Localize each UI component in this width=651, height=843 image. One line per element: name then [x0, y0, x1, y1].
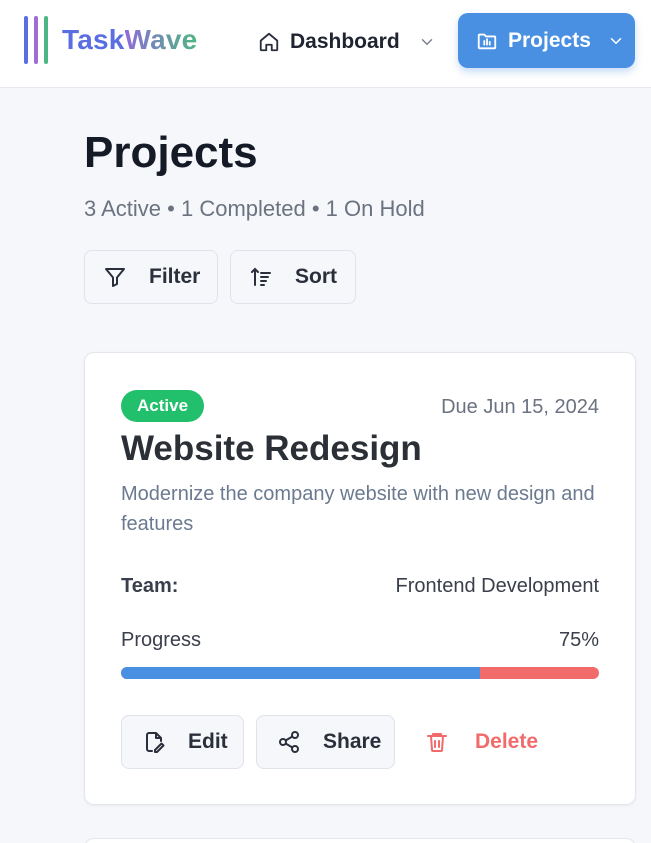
- top-navbar: TaskWave Dashboard Projects: [0, 0, 651, 88]
- nav-projects-label: Projects: [508, 28, 591, 52]
- logo-bar: [34, 16, 38, 64]
- team-label: Team:: [121, 575, 179, 597]
- due-date: Due Jun 15, 2024: [441, 396, 599, 418]
- project-summary: 3 Active • 1 Completed • 1 On Hold: [84, 196, 425, 221]
- filter-icon: [103, 265, 127, 289]
- next-project-card[interactable]: [84, 838, 636, 843]
- project-card[interactable]: Active Due Jun 15, 2024 Website Redesign…: [84, 352, 636, 805]
- share-icon: [277, 730, 301, 754]
- progress-fill: [121, 667, 480, 679]
- progress-label: Progress: [121, 629, 202, 651]
- nav-projects[interactable]: Projects: [458, 13, 635, 68]
- app-name: TaskWave: [62, 24, 197, 56]
- trash-icon: [425, 730, 449, 754]
- edit-label: Edit: [188, 730, 228, 753]
- filter-label: Filter: [149, 265, 201, 288]
- edit-button[interactable]: Edit: [121, 715, 244, 769]
- folder-chart-icon: [476, 30, 498, 52]
- delete-label: Delete: [475, 730, 539, 753]
- app-logo[interactable]: TaskWave: [24, 15, 197, 65]
- delete-button[interactable]: Delete: [425, 715, 538, 769]
- progress-value: 75%: [558, 629, 599, 651]
- status-badge: Active: [121, 390, 205, 422]
- sort-icon: [249, 265, 273, 289]
- team-value: Frontend Development: [395, 575, 599, 597]
- logo-bar: [44, 16, 48, 64]
- sort-label: Sort: [295, 265, 337, 288]
- logo-bar: [24, 16, 28, 64]
- chevron-down-icon: [607, 32, 625, 50]
- share-button[interactable]: Share: [256, 715, 395, 769]
- logo-bars-icon: [24, 16, 48, 64]
- nav-dashboard-label: Dashboard: [290, 30, 400, 53]
- share-label: Share: [323, 730, 382, 753]
- app-name-part1: Task: [62, 24, 125, 55]
- filter-button[interactable]: Filter: [84, 250, 218, 304]
- home-icon: [258, 31, 280, 53]
- progress-bar: [121, 667, 599, 679]
- app-name-part2: Wave: [124, 24, 198, 55]
- project-title[interactable]: Website Redesign: [121, 429, 422, 469]
- chevron-down-icon: [418, 33, 436, 51]
- sort-button[interactable]: Sort: [230, 250, 356, 304]
- project-description: Modernize the company website with new d…: [121, 483, 595, 535]
- page-title: Projects: [84, 128, 258, 177]
- nav-dashboard[interactable]: Dashboard: [258, 22, 436, 62]
- edit-file-icon: [142, 730, 166, 754]
